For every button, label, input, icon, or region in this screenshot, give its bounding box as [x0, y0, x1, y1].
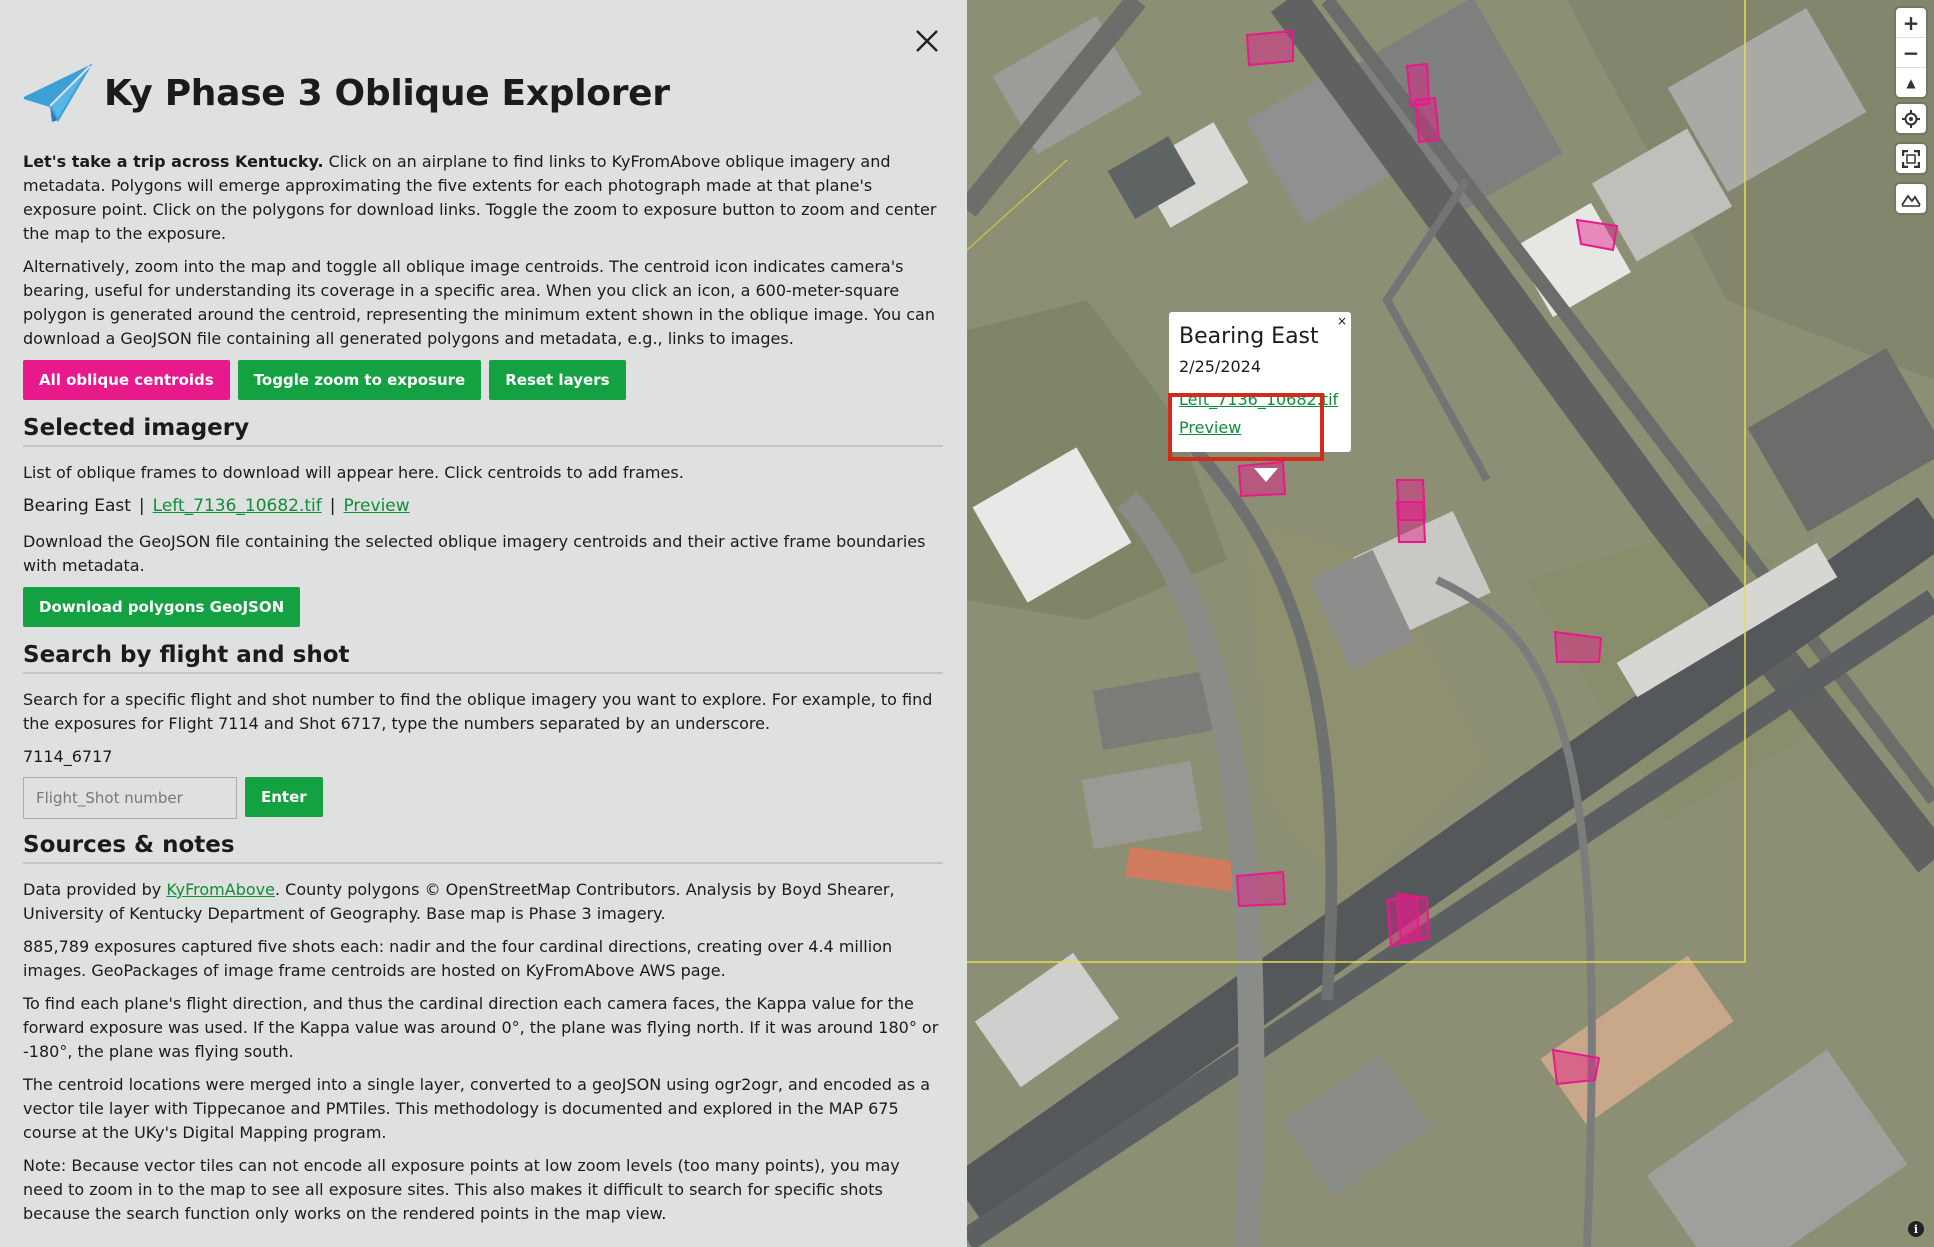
page-title: Ky Phase 3 Oblique Explorer [104, 72, 670, 114]
selected-file-link[interactable]: Left_7136_10682.tif [153, 496, 322, 516]
sources-paragraph-2: 885,789 exposures captured five shots ea… [23, 937, 893, 980]
reset-layers-button[interactable]: Reset layers [489, 360, 626, 400]
intro-paragraph-2: Alternatively, zoom into the map and tog… [23, 257, 935, 348]
sources-heading: Sources & notes [23, 833, 943, 864]
download-desc: Download the GeoJSON file containing the… [23, 532, 926, 575]
enter-button[interactable]: Enter [245, 777, 323, 817]
search-desc: Search for a specific flight and shot nu… [23, 690, 933, 733]
selected-imagery-desc: List of oblique frames to download will … [23, 463, 684, 482]
compass-button[interactable]: ▲ [1896, 67, 1926, 97]
aerial-imagery [967, 0, 1934, 1247]
sources-text: Data provided by [23, 880, 167, 899]
frame-polygon[interactable] [1413, 96, 1441, 144]
frame-polygon[interactable] [1395, 892, 1431, 946]
map-popup: × Bearing East 2/25/2024 Left_7136_10682… [1169, 312, 1351, 452]
zoom-control: + − ▲ [1896, 8, 1926, 97]
popup-file-link[interactable]: Left_7136_10682.tif [1179, 386, 1341, 414]
fullscreen-icon [1902, 149, 1920, 168]
search-heading: Search by flight and shot [23, 643, 943, 674]
download-geojson-button[interactable]: Download polygons GeoJSON [23, 587, 301, 627]
terrain-control [1896, 184, 1926, 213]
close-icon [916, 30, 938, 52]
frame-polygon[interactable] [1553, 630, 1603, 663]
selected-item-bearing: Bearing East [23, 496, 131, 516]
popup-close-button[interactable]: × [1337, 314, 1347, 328]
separator: | [138, 496, 145, 516]
close-panel-button[interactable] [910, 24, 944, 58]
info-icon[interactable]: i [1908, 1221, 1924, 1237]
separator: | [329, 496, 336, 516]
sources-paragraph-5: Note: Because vector tiles can not encod… [23, 1156, 900, 1223]
zoom-in-button[interactable]: + [1896, 8, 1926, 37]
frame-polygon[interactable] [1245, 29, 1294, 67]
paper-plane-icon [23, 63, 92, 122]
kyfromabove-link[interactable]: KyFromAbove [166, 880, 275, 899]
layer-button-row: All oblique centroids Toggle zoom to exp… [23, 360, 943, 400]
panel-header: Ky Phase 3 Oblique Explorer [22, 62, 670, 124]
popup-tip [1254, 468, 1278, 482]
frame-polygon[interactable] [1395, 501, 1427, 543]
map-view[interactable]: + − ▲ × Bearing East 2/25/2024 Left_7136… [967, 0, 1934, 1247]
intro-paragraph-1: Let's take a trip across Kentucky. Click… [23, 150, 943, 246]
selected-item: Bearing East | Left_7136_10682.tif | Preview [23, 494, 943, 518]
selected-preview-link[interactable]: Preview [343, 496, 409, 516]
selected-imagery-heading: Selected imagery [23, 416, 943, 447]
side-panel: Ky Phase 3 Oblique Explorer Let's take a… [0, 0, 967, 1247]
sources-paragraph-4: The centroid locations were merged into … [23, 1075, 931, 1142]
geolocate-button[interactable] [1896, 104, 1926, 133]
search-row: Enter [23, 777, 943, 819]
crosshair-icon [1902, 109, 1920, 128]
fullscreen-button[interactable] [1896, 144, 1926, 173]
fullscreen-control [1896, 144, 1926, 173]
intro-lead: Let's take a trip across Kentucky. [23, 152, 324, 171]
toggle-zoom-button[interactable]: Toggle zoom to exposure [237, 360, 482, 400]
popup-date: 2/25/2024 [1179, 357, 1262, 376]
sources-paragraph-1: Data provided by KyFromAbove. County pol… [23, 878, 943, 926]
download-row: Download polygons GeoJSON [23, 587, 943, 627]
frame-polygon[interactable] [1235, 870, 1287, 908]
geolocate-control [1896, 104, 1926, 133]
zoom-out-button[interactable]: − [1896, 37, 1926, 67]
popup-title: Bearing East [1179, 324, 1319, 349]
search-example: 7114_6717 [23, 747, 113, 766]
terrain-button[interactable] [1896, 184, 1926, 213]
popup-preview-link[interactable]: Preview [1179, 414, 1341, 442]
panel-content: Let's take a trip across Kentucky. Click… [23, 150, 943, 1235]
terrain-icon [1901, 193, 1921, 207]
all-centroids-button[interactable]: All oblique centroids [23, 360, 230, 400]
flight-shot-input[interactable] [23, 777, 237, 819]
sources-paragraph-3: To find each plane's flight direction, a… [23, 994, 939, 1061]
